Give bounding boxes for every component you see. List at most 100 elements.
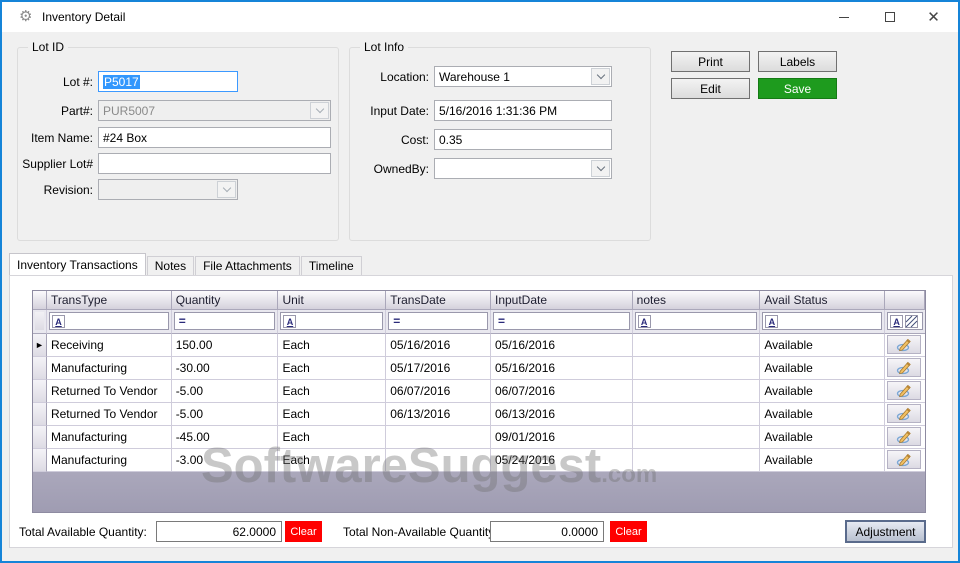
filter-cell-transdate[interactable]: = — [386, 310, 491, 334]
window-title: Inventory Detail — [42, 10, 126, 24]
edit-row-button[interactable] — [887, 450, 922, 469]
cell-unit: Each — [278, 380, 387, 403]
supplier-lot-label: Supplier Lot# — [22, 157, 93, 171]
header-selector — [33, 291, 47, 310]
adjustment-button[interactable]: Adjustment — [845, 520, 926, 543]
column-header-unit[interactable]: Unit — [278, 291, 387, 310]
close-button[interactable]: ✕ — [911, 2, 956, 32]
lot-number-input[interactable]: P5017 — [98, 71, 238, 92]
maximize-button[interactable] — [867, 2, 912, 32]
column-header-notes[interactable]: notes — [632, 291, 761, 310]
row-selector[interactable]: ► — [33, 357, 47, 380]
cell-quantity: -5.00 — [171, 403, 279, 426]
clear-non-available-button[interactable]: Clear — [610, 521, 647, 542]
cell-edit — [885, 357, 925, 380]
revision-combobox[interactable] — [98, 179, 238, 200]
table-row[interactable]: ► Manufacturing -45.00 Each 09/01/2016 A… — [33, 426, 925, 449]
supplier-lot-input[interactable] — [98, 153, 331, 174]
grid-filter-row: A = A = = A A A — [33, 310, 925, 334]
part-number-combobox[interactable]: PUR5007 — [98, 100, 331, 121]
cell-avail-status: Available — [760, 426, 886, 449]
ownedby-dropdown-button[interactable] — [591, 160, 610, 177]
cell-input-date: 06/13/2016 — [490, 403, 633, 426]
cell-trans-type: Manufacturing — [46, 357, 172, 380]
filter-cell-edit[interactable]: A — [885, 310, 925, 334]
edit-pencil-icon — [896, 430, 911, 444]
row-selector[interactable]: ► — [33, 334, 47, 357]
edit-row-button[interactable] — [887, 404, 922, 423]
cell-input-date: 09/01/2016 — [490, 426, 633, 449]
table-row[interactable]: ► Manufacturing -3.00 Each 05/24/2016 Av… — [33, 449, 925, 472]
cell-trans-date: 06/13/2016 — [386, 403, 491, 426]
minimize-button[interactable] — [821, 2, 866, 32]
cell-unit: Each — [278, 426, 387, 449]
column-header-transtype[interactable]: TransType — [46, 291, 172, 310]
cell-input-date: 05/24/2016 — [490, 449, 633, 472]
table-row[interactable]: ► Returned To Vendor -5.00 Each 06/07/20… — [33, 380, 925, 403]
column-header-inputdate[interactable]: InputDate — [490, 291, 633, 310]
filter-cell-unit[interactable]: A — [278, 310, 387, 334]
edit-button[interactable]: Edit — [671, 78, 750, 99]
cost-input[interactable] — [434, 129, 612, 150]
lot-id-legend: Lot ID — [28, 40, 69, 54]
total-available-input[interactable] — [156, 521, 282, 542]
cell-trans-type: Manufacturing — [46, 426, 172, 449]
column-header-transdate[interactable]: TransDate — [386, 291, 491, 310]
tab-inventory-transactions[interactable]: Inventory Transactions — [9, 253, 146, 275]
cell-trans-type: Receiving — [46, 334, 172, 357]
cell-quantity: -45.00 — [171, 426, 279, 449]
titlebar: ⚙ Inventory Detail ✕ — [2, 2, 958, 32]
item-name-input[interactable] — [98, 127, 331, 148]
edit-row-button[interactable] — [887, 335, 922, 354]
ownedby-combobox[interactable] — [434, 158, 612, 179]
row-selector[interactable]: ► — [33, 449, 47, 472]
cell-quantity: -5.00 — [171, 380, 279, 403]
filter-cell-quantity[interactable]: = — [171, 310, 279, 334]
input-date-input[interactable] — [434, 100, 612, 121]
table-row[interactable]: ► Returned To Vendor -5.00 Each 06/13/20… — [33, 403, 925, 426]
cell-notes — [632, 426, 761, 449]
edit-row-button[interactable] — [887, 381, 922, 400]
column-header-avail-status[interactable]: Avail Status — [760, 291, 886, 310]
location-label: Location: — [380, 70, 429, 84]
edit-row-button[interactable] — [887, 427, 922, 446]
equals-filter-icon: = — [497, 314, 505, 328]
hatch-filter-icon — [905, 314, 919, 328]
revision-dropdown-button[interactable] — [217, 181, 236, 198]
filter-selector — [33, 310, 47, 334]
cell-input-date: 05/16/2016 — [490, 334, 633, 357]
cell-trans-date: 05/17/2016 — [386, 357, 491, 380]
tab-timeline[interactable]: Timeline — [300, 256, 362, 275]
edit-row-button[interactable] — [887, 358, 922, 377]
location-combobox[interactable]: Warehouse 1 — [434, 66, 612, 87]
tab-file-attachments[interactable]: File Attachments — [195, 256, 300, 275]
filter-cell-transtype[interactable]: A — [46, 310, 172, 334]
part-number-value: PUR5007 — [103, 104, 156, 118]
cell-trans-date — [386, 449, 491, 472]
clear-available-button[interactable]: Clear — [285, 521, 322, 542]
labels-button[interactable]: Labels — [758, 51, 837, 72]
minimize-icon — [838, 16, 849, 18]
filter-cell-notes[interactable]: A — [632, 310, 761, 334]
table-row[interactable]: ► Manufacturing -30.00 Each 05/17/2016 0… — [33, 357, 925, 380]
row-selector[interactable]: ► — [33, 380, 47, 403]
location-dropdown-button[interactable] — [591, 68, 610, 85]
table-row[interactable]: ► Receiving 150.00 Each 05/16/2016 05/16… — [33, 334, 925, 357]
chevron-down-icon — [596, 162, 605, 172]
cost-label: Cost: — [400, 133, 429, 147]
row-selector[interactable]: ► — [33, 426, 47, 449]
column-header-edit[interactable] — [885, 291, 925, 310]
tab-notes[interactable]: Notes — [146, 256, 195, 275]
cell-edit — [885, 403, 925, 426]
column-header-quantity[interactable]: Quantity — [171, 291, 279, 310]
cell-trans-date: 05/16/2016 — [386, 334, 491, 357]
save-button[interactable]: Save — [758, 78, 837, 99]
row-selector[interactable]: ► — [33, 403, 47, 426]
filter-cell-avail-status[interactable]: A — [760, 310, 886, 334]
cell-quantity: -3.00 — [171, 449, 279, 472]
print-button[interactable]: Print — [671, 51, 750, 72]
filter-cell-inputdate[interactable]: = — [490, 310, 633, 334]
edit-pencil-icon — [896, 361, 911, 375]
total-non-available-input[interactable] — [490, 521, 604, 542]
part-number-dropdown-button[interactable] — [310, 102, 329, 119]
